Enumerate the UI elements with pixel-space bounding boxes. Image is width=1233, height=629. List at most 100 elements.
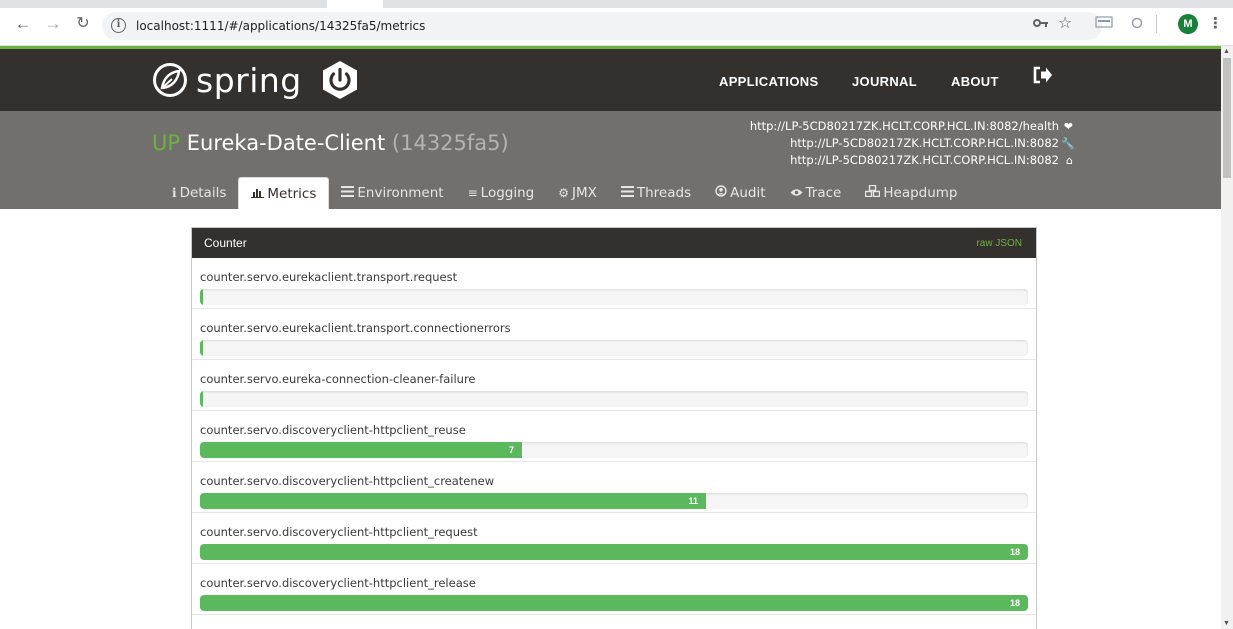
health-url-link[interactable]: http://LP-5CD80217ZK.HCLT.CORP.HCL.IN:80…	[750, 119, 1073, 133]
sliders-icon: ≡	[467, 186, 478, 200]
metric-bar-fill: 11	[200, 493, 706, 509]
metric-bar-fill: 0	[200, 289, 203, 305]
nav-applications[interactable]: APPLICATIONS	[719, 74, 818, 89]
browser-tab-active[interactable]	[327, 0, 383, 8]
metric-name: counter.servo.eureka-connection-cleaner-…	[200, 372, 476, 386]
reload-icon[interactable]: ↻	[72, 13, 94, 35]
circle-extension-icon[interactable]	[1128, 14, 1146, 34]
power-icon	[323, 61, 357, 99]
tab-label: JMX	[571, 185, 597, 201]
list-icon	[620, 177, 634, 209]
metric-list: counter.servo.eurekaclient.transport.req…	[192, 258, 1036, 615]
panel-title: Counter	[204, 236, 247, 250]
tab-label: Heapdump	[883, 185, 958, 201]
tab-audit[interactable]: Audit	[703, 177, 777, 209]
tab-threads[interactable]: Threads	[609, 177, 703, 209]
counter-panel: Counter raw JSON counter.servo.eurekacli…	[191, 227, 1037, 629]
spring-logo[interactable]: spring	[152, 60, 302, 100]
scroll-down-arrow-icon[interactable]: ▼	[1223, 620, 1230, 627]
scroll-up-arrow-icon[interactable]: ▲	[1223, 48, 1230, 55]
tab-heapdump[interactable]: Heapdump	[853, 177, 969, 209]
metric-bar-track: 7	[200, 442, 1028, 458]
eye-icon	[790, 177, 803, 209]
heartbeat-icon: ❤	[1063, 120, 1073, 133]
tab-label: Environment	[357, 185, 444, 201]
tab-label: Threads	[636, 185, 692, 201]
address-bar[interactable]: localhost:1111/#/applications/14325fa5/m…	[102, 12, 1102, 40]
metric-row: counter.servo.eurekaclient.transport.req…	[192, 258, 1036, 309]
browser-tab-strip	[0, 0, 1233, 8]
application-id: (14325fa5)	[391, 131, 509, 155]
metric-name: counter.servo.eurekaclient.transport.con…	[200, 321, 511, 335]
site-info-icon[interactable]: i	[111, 18, 126, 33]
tab-metrics[interactable]: Metrics	[238, 177, 330, 210]
bookmark-star-icon[interactable]: ☆	[1056, 14, 1074, 34]
service-url-link[interactable]: http://LP-5CD80217ZK.HCLT.CORP.HCL.IN:80…	[790, 153, 1073, 167]
health-url-text: http://LP-5CD80217ZK.HCLT.CORP.HCL.IN:80…	[749, 119, 1059, 133]
application-title: UP Eureka-Date-Client (14325fa5)	[152, 131, 509, 155]
metric-row: counter.servo.eurekaclient.transport.con…	[192, 309, 1036, 360]
panel-header: Counter raw JSON	[192, 228, 1036, 258]
application-tabs: i Details Metrics Environment ≡ Logging …	[160, 177, 970, 209]
metric-name: counter.servo.discoveryclient-httpclient…	[200, 525, 478, 539]
spring-leaf-icon	[153, 63, 187, 97]
metric-name: counter.servo.discoveryclient-httpclient…	[200, 576, 476, 590]
metric-bar-track: 18	[200, 544, 1028, 560]
bar-chart-icon	[251, 178, 265, 210]
tab-logging[interactable]: ≡ Logging	[456, 177, 547, 209]
metric-name: counter.servo.eurekaclient.transport.req…	[200, 270, 458, 284]
info-icon: i	[172, 186, 177, 200]
scroll-thumb[interactable]	[1223, 58, 1231, 178]
metric-bar-track: 11	[200, 493, 1028, 509]
metric-bar-track: 0	[200, 340, 1028, 356]
menu-kebab-icon[interactable]: ⋮	[1208, 14, 1223, 34]
status-badge: UP	[152, 131, 181, 155]
tab-label: Logging	[480, 185, 535, 201]
key-icon[interactable]	[1032, 14, 1050, 34]
metric-name: counter.servo.discoveryclient-httpclient…	[200, 474, 495, 488]
raw-json-link[interactable]: raw JSON	[976, 238, 1022, 249]
management-url-text: http://LP-5CD80217ZK.HCLT.CORP.HCL.IN:80…	[790, 136, 1059, 150]
tab-details[interactable]: i Details	[160, 177, 238, 209]
metric-row: counter.servo.discoveryclient-httpclient…	[192, 462, 1036, 513]
metric-row: counter.servo.discoveryclient-httpclient…	[192, 564, 1036, 615]
tab-label: Metrics	[267, 185, 317, 202]
extension-icon[interactable]	[1094, 14, 1114, 34]
forward-arrow-icon[interactable]: →	[42, 13, 64, 35]
metric-bar-track: 0	[200, 289, 1028, 305]
application-subheader: UP Eureka-Date-Client (14325fa5) http://…	[0, 111, 1221, 209]
metric-row: counter.servo.discoveryclient-httpclient…	[192, 411, 1036, 462]
metric-bar-track: 18	[200, 595, 1028, 611]
metric-row: counter.servo.discoveryclient-httpclient…	[192, 513, 1036, 564]
application-name: Eureka-Date-Client	[186, 131, 386, 155]
list-icon	[341, 177, 355, 209]
user-circle-icon	[715, 177, 727, 209]
toolbar-divider	[1156, 15, 1157, 33]
tab-label: Details	[179, 185, 227, 201]
cubes-icon	[865, 177, 881, 209]
metric-bar-fill: 0	[200, 340, 203, 356]
tab-environment[interactable]: Environment	[329, 177, 455, 209]
tab-label: Audit	[730, 185, 766, 201]
tab-label: Trace	[805, 185, 842, 201]
tab-jmx[interactable]: ⚙ JMX	[546, 177, 609, 209]
profile-avatar[interactable]: M	[1178, 14, 1198, 34]
service-url-text: http://LP-5CD80217ZK.HCLT.CORP.HCL.IN:80…	[790, 153, 1059, 167]
metric-bar-fill: 7	[200, 442, 522, 458]
spring-logo-text: spring	[196, 60, 302, 100]
back-arrow-icon[interactable]: ←	[12, 13, 34, 35]
metric-bar-fill: 18	[200, 544, 1028, 560]
metric-row: counter.servo.eureka-connection-cleaner-…	[192, 360, 1036, 411]
nav-journal[interactable]: JOURNAL	[852, 74, 917, 89]
management-url-link[interactable]: http://LP-5CD80217ZK.HCLT.CORP.HCL.IN:80…	[790, 136, 1075, 150]
page-scrollbar[interactable]: ▲ ▼	[1221, 46, 1233, 629]
nav-about[interactable]: ABOUT	[951, 74, 999, 89]
metric-bar-fill: 0	[200, 391, 203, 407]
gears-icon: ⚙	[558, 186, 569, 200]
metric-bar-track: 0	[200, 391, 1028, 407]
browser-toolbar: ← → ↻ localhost:1111/#/applications/1432…	[0, 0, 1233, 46]
tab-trace[interactable]: Trace	[778, 177, 854, 209]
logout-icon[interactable]	[1033, 66, 1053, 84]
app-header: spring APPLICATIONS JOURNAL ABOUT	[0, 46, 1221, 111]
metric-name: counter.servo.discoveryclient-httpclient…	[200, 423, 466, 437]
